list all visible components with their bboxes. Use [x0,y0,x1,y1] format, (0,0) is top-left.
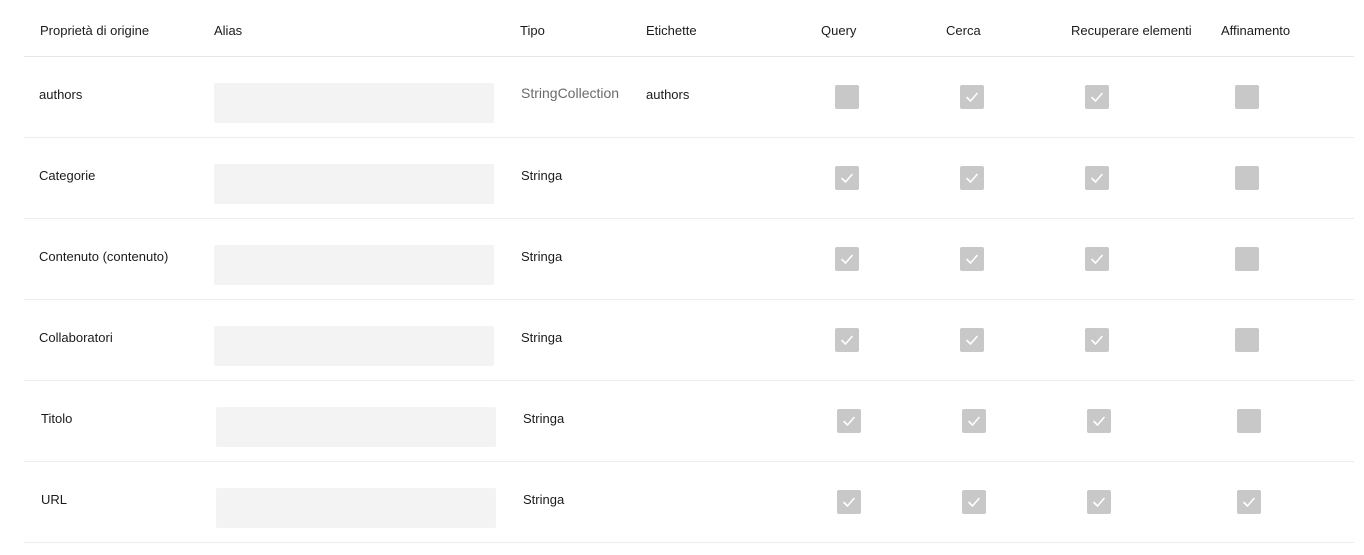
table-row: Collaboratori Stringa [24,300,1354,381]
labels-cell: authors [646,87,690,102]
alias-input[interactable] [214,83,494,123]
table-header: Proprietà di origine Alias Tipo Etichett… [24,0,1354,57]
column-header-retrieve: Recuperare elementi [1071,23,1192,38]
table-body: authors StringCollection authors Categorie S… [24,57,1354,543]
search-checkbox[interactable] [960,166,984,190]
column-header-refine: Affinamento [1221,23,1291,38]
search-checkbox[interactable] [962,490,986,514]
checkmark-icon [1091,92,1103,102]
column-header-type: Tipo [520,23,545,38]
alias-input[interactable] [216,488,496,528]
refine-checkbox[interactable] [1237,490,1261,514]
retrieve-checkbox[interactable] [1085,166,1109,190]
checkmark-icon [968,416,980,426]
checkmark-icon [843,416,855,426]
refine-checkbox[interactable] [1235,247,1259,271]
checkmark-icon [968,497,980,507]
source-property-cell: Titolo [41,411,73,426]
table-row: Titolo Stringa [24,381,1354,462]
source-property-cell: URL [41,492,68,507]
type-cell: Stringa [521,330,563,345]
checkmark-icon [841,254,853,264]
retrieve-checkbox[interactable] [1087,490,1111,514]
checkmark-icon [843,497,855,507]
retrieve-checkbox[interactable] [1085,328,1109,352]
checkmark-icon [1091,335,1103,345]
checkmark-icon [841,173,853,183]
checkmark-icon [1091,173,1103,183]
query-checkbox[interactable] [837,490,861,514]
column-header-search: Cerca [946,23,981,38]
table-row: Contenuto (contenuto) Stringa [24,219,1354,300]
alias-input[interactable] [214,326,494,366]
table-row: URL Stringa [24,462,1354,543]
type-cell: StringCollection [521,85,620,101]
search-checkbox[interactable] [960,85,984,109]
query-checkbox[interactable] [835,328,859,352]
type-cell: Stringa [521,249,563,264]
checkmark-icon [1093,497,1105,507]
search-checkbox[interactable] [962,409,986,433]
source-property-cell: Contenuto (contenuto) [39,249,169,264]
column-header-source-property: Proprietà di origine [40,23,150,38]
alias-input[interactable] [214,245,494,285]
column-header-labels: Etichette [646,23,697,38]
alias-input[interactable] [214,164,494,204]
column-header-query: Query [821,23,857,38]
refine-checkbox[interactable] [1235,166,1259,190]
retrieve-checkbox[interactable] [1087,409,1111,433]
search-checkbox[interactable] [960,328,984,352]
alias-input[interactable] [216,407,496,447]
checkmark-icon [1093,416,1105,426]
query-checkbox[interactable] [837,409,861,433]
type-cell: Stringa [523,411,565,426]
source-property-cell: Collaboratori [39,330,113,345]
schema-table: Proprietà di origine Alias Tipo Etichett… [24,0,1354,543]
checkmark-icon [966,335,978,345]
query-checkbox[interactable] [835,166,859,190]
table-row: Categorie Stringa [24,138,1354,219]
refine-checkbox[interactable] [1237,409,1261,433]
source-property-cell: authors [39,87,83,102]
checkmark-icon [1243,497,1255,507]
type-cell: Stringa [521,168,563,183]
search-checkbox[interactable] [960,247,984,271]
checkmark-icon [966,92,978,102]
checkmark-icon [841,335,853,345]
retrieve-checkbox[interactable] [1085,247,1109,271]
table-row: authors StringCollection authors [24,57,1354,138]
type-cell: Stringa [523,492,565,507]
query-checkbox[interactable] [835,85,859,109]
query-checkbox[interactable] [835,247,859,271]
checkmark-icon [1091,254,1103,264]
retrieve-checkbox[interactable] [1085,85,1109,109]
source-property-cell: Categorie [39,168,96,183]
refine-checkbox[interactable] [1235,85,1259,109]
checkmark-icon [966,254,978,264]
column-header-alias: Alias [214,23,243,38]
refine-checkbox[interactable] [1235,328,1259,352]
checkmark-icon [966,173,978,183]
